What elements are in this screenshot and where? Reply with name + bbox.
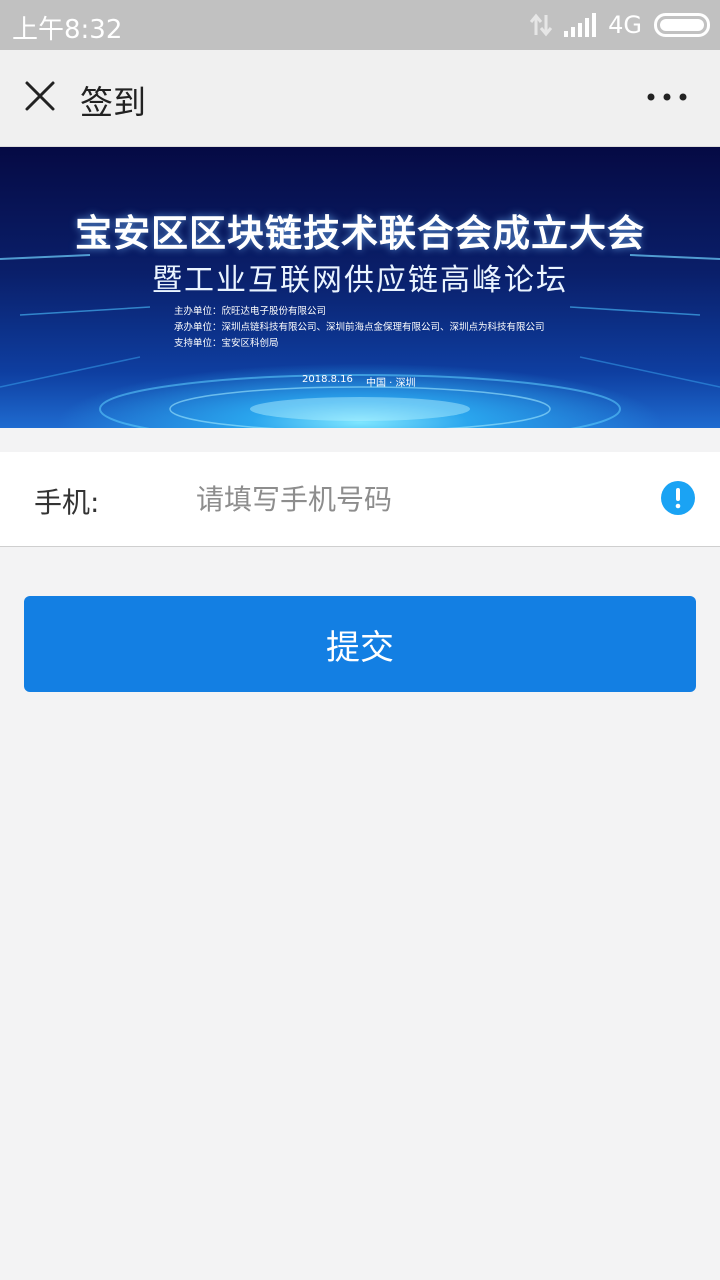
phone-input[interactable] bbox=[196, 474, 636, 524]
organizer-line: 承办单位：深圳点链科技有限公司、深圳前海点金保理有限公司、深圳点为科技有限公司 bbox=[174, 322, 545, 333]
event-location: 中国 · 深圳 bbox=[366, 378, 416, 389]
status-time: 上午8:32 bbox=[12, 15, 123, 45]
banner-subtitle: 暨工业互联网供应链高峰论坛 bbox=[152, 263, 568, 298]
organizer-line: 支持单位：宝安区科创局 bbox=[174, 338, 279, 349]
battery-icon bbox=[654, 13, 710, 37]
network-type: 4G bbox=[608, 11, 642, 39]
data-transfer-icon bbox=[530, 13, 553, 37]
banner-title: 宝安区区块链技术联合会成立大会 bbox=[75, 212, 645, 255]
more-button[interactable] bbox=[642, 82, 692, 112]
phone-field-row: 手机: bbox=[0, 452, 720, 547]
event-date: 2018.8.16 bbox=[302, 374, 353, 385]
signal-icon bbox=[564, 13, 597, 37]
status-indicators: 4G bbox=[518, 10, 710, 40]
event-banner: 宝安区区块链技术联合会成立大会 暨工业互联网供应链高峰论坛 主办单位：欣旺达电子… bbox=[0, 147, 720, 428]
more-dots-icon bbox=[647, 93, 687, 101]
close-button[interactable] bbox=[18, 74, 62, 118]
submit-label: 提交 bbox=[326, 627, 394, 668]
submit-button[interactable]: 提交 bbox=[24, 596, 696, 692]
phone-label: 手机: bbox=[34, 486, 100, 519]
close-icon bbox=[25, 81, 55, 111]
exclamation-circle-icon[interactable] bbox=[661, 481, 695, 515]
status-bar: 上午8:32 4G bbox=[0, 0, 720, 50]
nav-bar: 签到 bbox=[0, 50, 720, 147]
organizer-line: 主办单位：欣旺达电子股份有限公司 bbox=[174, 306, 327, 317]
page-title: 签到 bbox=[80, 83, 146, 122]
